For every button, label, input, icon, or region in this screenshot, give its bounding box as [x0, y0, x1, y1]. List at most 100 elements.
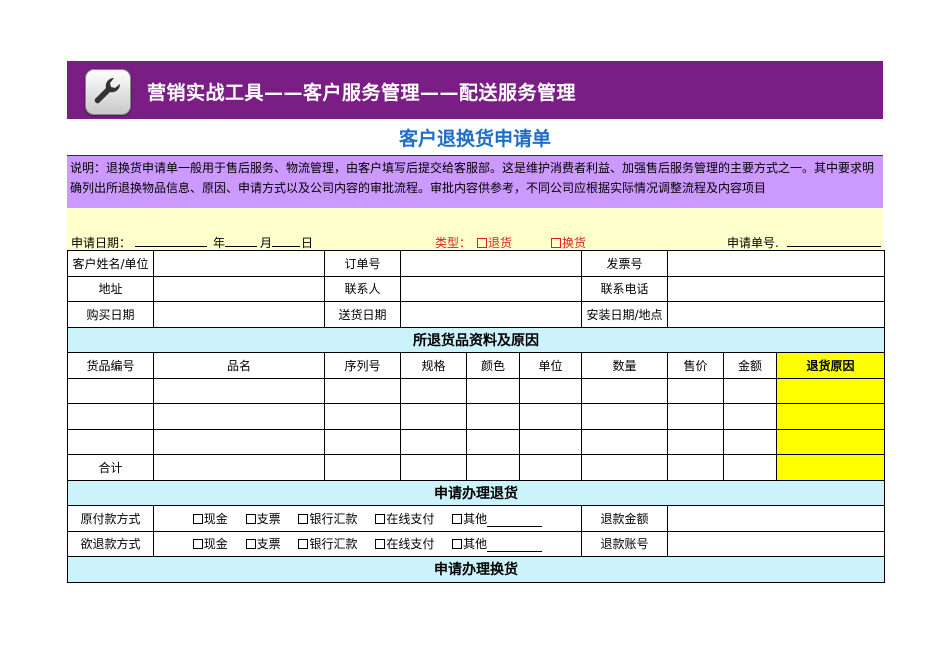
cell[interactable] — [581, 403, 668, 430]
install-field[interactable] — [667, 301, 885, 328]
option-check[interactable]: 支票 — [245, 535, 281, 552]
checkbox-icon — [298, 539, 309, 550]
cell[interactable] — [324, 428, 401, 455]
application-table: 客户姓名/单位 订单号 发票号 地址 联系人 联系电话 购买日期 送货日期 安装… — [67, 250, 885, 583]
cell[interactable] — [324, 403, 401, 430]
checkbox-icon — [477, 238, 487, 248]
cell[interactable] — [667, 428, 724, 455]
phone-label: 联系电话 — [581, 275, 668, 302]
cell[interactable] — [153, 454, 325, 481]
customer-row: 客户姓名/单位 订单号 发票号 — [67, 250, 885, 277]
option-check[interactable]: 支票 — [245, 510, 281, 527]
refund-account-field[interactable] — [667, 530, 885, 557]
refund-amount-field[interactable] — [667, 505, 885, 532]
cell[interactable] — [581, 428, 668, 455]
option-bank-transfer[interactable]: 银行汇款 — [298, 535, 358, 552]
cell[interactable] — [466, 377, 520, 404]
month-blank[interactable] — [225, 234, 257, 247]
purchase-date-field[interactable] — [153, 301, 325, 328]
cell[interactable] — [581, 377, 668, 404]
col-header: 品名 — [153, 352, 325, 379]
month-label: 月 — [260, 236, 273, 250]
banner-title: 营销实战工具——客户服务管理——配送服务管理 — [147, 82, 577, 104]
invoice-number-field[interactable] — [667, 250, 885, 277]
section-header-row: 所退货品资料及原因 — [67, 326, 885, 353]
other-blank[interactable] — [487, 541, 543, 553]
goods-row — [67, 428, 885, 455]
goods-header-row: 货品编号 品名 序列号 规格 颜色 单位 数量 售价 金额 退货原因 — [67, 352, 885, 379]
col-header: 序列号 — [324, 352, 401, 379]
cell[interactable] — [667, 377, 724, 404]
cell[interactable] — [466, 454, 520, 481]
apply-date-label: 申请日期： — [71, 236, 132, 250]
cell[interactable] — [723, 377, 777, 404]
cell[interactable] — [400, 403, 467, 430]
cell[interactable] — [581, 454, 668, 481]
cell[interactable] — [723, 454, 777, 481]
col-header-reason: 退货原因 — [776, 352, 885, 379]
checkbox-icon — [551, 238, 561, 248]
original-payment-options: 现金 支票 银行汇款 在线支付 其他 — [153, 505, 582, 532]
other-blank[interactable] — [487, 516, 543, 527]
cell[interactable] — [153, 377, 325, 404]
cell[interactable] — [519, 403, 582, 430]
return-section-title: 申请办理退货 — [67, 479, 885, 506]
cell[interactable] — [400, 377, 467, 404]
cell[interactable] — [153, 428, 325, 455]
cell[interactable] — [324, 454, 401, 481]
contact-field[interactable] — [400, 275, 582, 302]
invoice-number-label: 发票号 — [581, 250, 668, 277]
cell[interactable] — [723, 428, 777, 455]
option-bank-transfer[interactable]: 银行汇款 — [298, 510, 358, 527]
option-cash[interactable]: 现金 — [192, 510, 228, 527]
option-cash[interactable]: 现金 — [192, 535, 228, 552]
option-online-pay[interactable]: 在线支付 — [375, 535, 434, 552]
cell[interactable] — [519, 377, 582, 404]
col-header: 金额 — [723, 352, 777, 379]
cell[interactable] — [67, 403, 154, 430]
option-other[interactable]: 其他 — [452, 535, 543, 553]
delivery-date-field[interactable] — [400, 301, 582, 328]
cell[interactable] — [67, 428, 154, 455]
reason-cell[interactable] — [776, 377, 885, 404]
cell[interactable] — [667, 403, 724, 430]
cell[interactable] — [466, 428, 520, 455]
reason-cell[interactable] — [776, 403, 885, 430]
cell[interactable] — [67, 377, 154, 404]
order-no-blank[interactable] — [787, 234, 881, 247]
cell[interactable] — [400, 428, 467, 455]
form-title: 客户退换货申请单 — [398, 128, 551, 150]
goods-total-row: 合计 — [67, 454, 885, 481]
type-return-option[interactable]: 退货 — [477, 234, 512, 251]
cell[interactable] — [519, 428, 582, 455]
description-text: 说明：退换货申请单一般用于售后服务、物流管理，由客户填写后提交给客服部。这是维护… — [67, 155, 883, 211]
option-other[interactable]: 其他 — [452, 510, 543, 527]
cell[interactable] — [466, 403, 520, 430]
original-payment-label: 原付款方式 — [67, 505, 154, 532]
type-exchange-option[interactable]: 换货 — [551, 234, 586, 251]
refund-payment-row: 欲退款方式 现金 支票 银行汇款 在线支付 其他 退款账号 — [67, 530, 885, 557]
customer-name-field[interactable] — [153, 250, 325, 277]
option-online-pay[interactable]: 在线支付 — [375, 510, 434, 527]
year-blank[interactable] — [135, 234, 207, 247]
checkbox-icon — [298, 513, 309, 524]
cell[interactable] — [400, 454, 467, 481]
reason-cell[interactable] — [776, 454, 885, 481]
contact-label: 联系人 — [324, 275, 401, 302]
cell[interactable] — [324, 377, 401, 404]
cell[interactable] — [667, 454, 724, 481]
phone-field[interactable] — [667, 275, 885, 302]
original-payment-row: 原付款方式 现金 支票 银行汇款 在线支付 其他 退款金额 — [67, 505, 885, 532]
refund-account-label: 退款账号 — [581, 530, 668, 557]
checkbox-icon — [245, 513, 256, 524]
day-blank[interactable] — [272, 234, 300, 247]
reason-cell[interactable] — [776, 428, 885, 455]
cell[interactable] — [153, 403, 325, 430]
cell[interactable] — [519, 454, 582, 481]
goods-row — [67, 403, 885, 430]
order-number-field[interactable] — [400, 250, 582, 277]
cell[interactable] — [723, 403, 777, 430]
address-field[interactable] — [153, 275, 325, 302]
checkbox-icon — [375, 539, 386, 550]
refund-payment-options: 现金 支票 银行汇款 在线支付 其他 — [153, 530, 582, 557]
